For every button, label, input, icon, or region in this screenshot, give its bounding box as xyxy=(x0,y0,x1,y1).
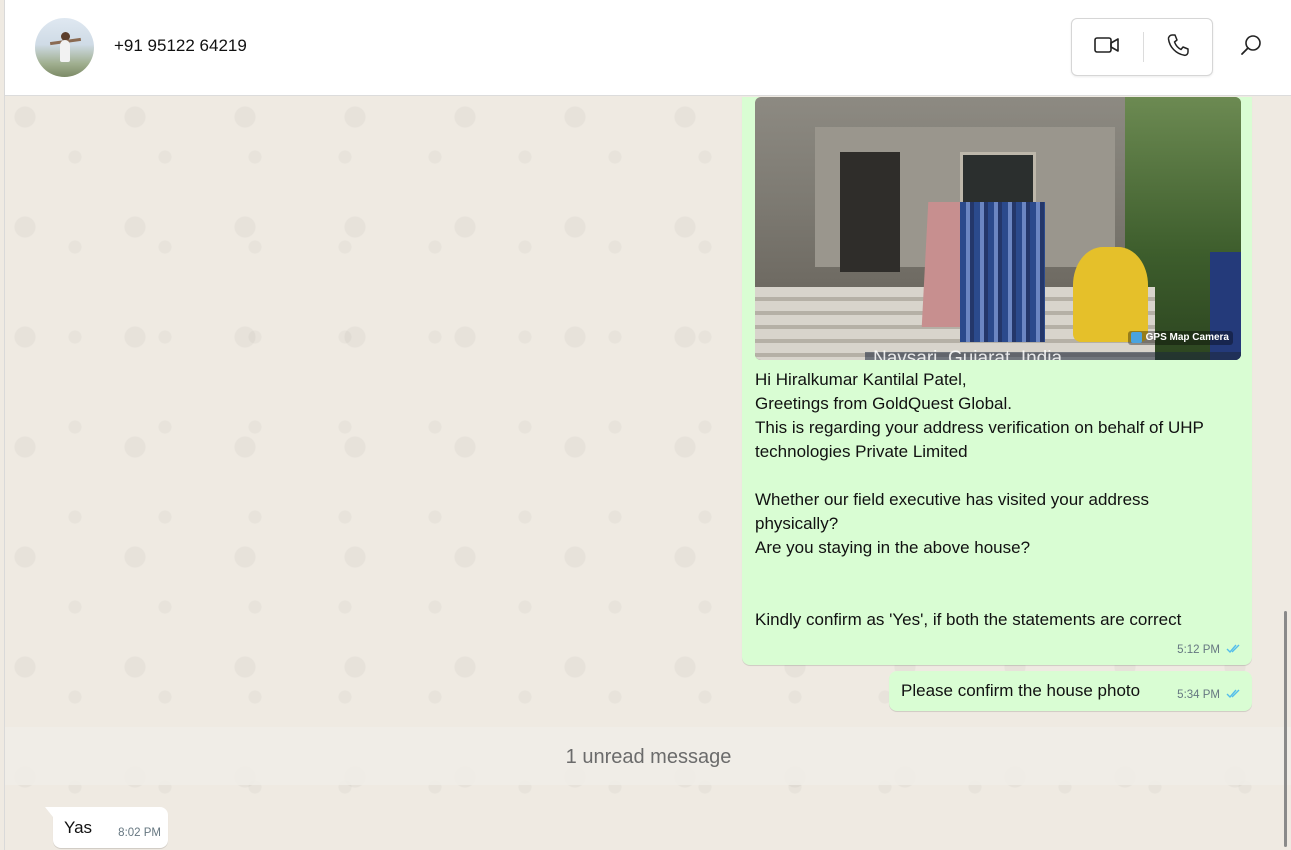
message-text: Please confirm the house photo xyxy=(901,681,1141,700)
photo-location-text: Navsari, Gujarat, India xyxy=(873,350,1062,360)
video-call-button[interactable] xyxy=(1072,19,1142,75)
search-icon xyxy=(1240,34,1262,61)
message-time: 8:02 PM xyxy=(118,827,161,839)
message-text: Yas xyxy=(64,818,93,837)
message-bubble-outgoing[interactable]: GPS Map Camera Navsari, Gujarat, India H… xyxy=(742,97,1252,665)
message-bubble-incoming[interactable]: Yas 8:02 PM xyxy=(45,807,168,848)
double-check-read-icon xyxy=(1226,643,1242,657)
avatar[interactable] xyxy=(35,18,94,77)
message-meta: 5:34 PM xyxy=(1177,688,1242,702)
message-meta: 8:02 PM xyxy=(118,827,161,839)
contact-name[interactable]: +91 95122 64219 xyxy=(114,36,247,56)
house-photo[interactable]: GPS Map Camera Navsari, Gujarat, India xyxy=(755,97,1241,360)
message-time: 5:34 PM xyxy=(1177,689,1220,701)
message-text: Hi Hiralkumar Kantilal Patel, Greetings … xyxy=(755,370,1204,629)
double-check-read-icon xyxy=(1226,688,1242,702)
message-meta: 5:12 PM xyxy=(1177,643,1242,657)
search-button[interactable] xyxy=(1235,30,1267,64)
gps-camera-badge: GPS Map Camera xyxy=(1127,331,1233,345)
message-list[interactable]: GPS Map Camera Navsari, Gujarat, India H… xyxy=(5,97,1291,850)
scrollbar[interactable] xyxy=(1284,611,1287,847)
message-time: 5:12 PM xyxy=(1177,644,1220,656)
voice-call-button[interactable] xyxy=(1143,19,1213,75)
unread-divider: 1 unread message xyxy=(5,727,1291,785)
phone-icon xyxy=(1167,33,1189,62)
chat-window: +91 95122 64219 GPS Map Camera Hi Hiralk… xyxy=(4,0,1291,850)
message-bubble-outgoing[interactable]: Please confirm the house photo 5:34 PM xyxy=(889,671,1252,711)
video-camera-icon xyxy=(1094,35,1120,60)
unread-divider-label: 1 unread message xyxy=(565,746,732,768)
call-button-group xyxy=(1071,18,1213,76)
chat-header: +91 95122 64219 xyxy=(5,0,1291,96)
